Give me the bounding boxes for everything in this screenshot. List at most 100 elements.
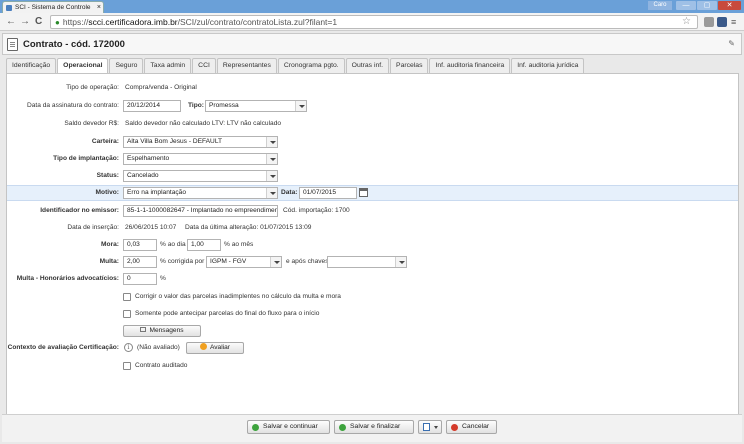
operacional-panel: Tipo de operação: Compra/venda - Origina…: [6, 73, 739, 440]
mensagens-button[interactable]: Mensagens: [123, 325, 201, 337]
row-multa: Multa: 2,00 % corrigida por IGPM - FGV e…: [7, 255, 738, 269]
avaliacao-status: (Não avaliado): [137, 344, 180, 351]
salvar-finalizar-label: Salvar e finalizar: [350, 423, 401, 430]
multa-honorarios-input[interactable]: 0: [123, 273, 157, 285]
url-host: scci.certificadora.imb.br: [88, 17, 178, 27]
tab-outras-inf[interactable]: Outras inf.: [345, 58, 390, 73]
motivo-value: Erro na implantação: [127, 189, 187, 196]
data-assinatura-label: Data da assinatura do contrato:: [26, 102, 119, 109]
info-icon[interactable]: i: [124, 343, 133, 352]
tab-cci[interactable]: CCI: [192, 58, 216, 73]
tipo-implantacao-value: Espelhamento: [127, 155, 170, 162]
mora-dia-suffix: % ao dia: [160, 241, 186, 248]
contrato-auditado-checkbox[interactable]: [123, 362, 131, 370]
check-icon: [339, 424, 346, 431]
minimize-button[interactable]: —: [676, 1, 696, 10]
chevron-down-icon: [270, 257, 281, 267]
row-data-assinatura: Data da assinatura do contrato: 20/12/20…: [7, 99, 738, 113]
avaliar-button[interactable]: Avaliar: [186, 342, 244, 354]
page-title: Contrato - cód. 172000: [23, 38, 125, 50]
corrigir-valor-checkbox[interactable]: [123, 293, 131, 301]
browser-tab-title: SCI - Sistema de Controle: [15, 4, 91, 11]
browser-toolbar: ← → C ● https://scci.certificadora.imb.b…: [0, 13, 744, 31]
chevron-down-icon: [266, 188, 277, 198]
saldo-devedor-label: Saldo devedor R$:: [64, 120, 119, 127]
row-tipo-operacao: Tipo de operação: Compra/venda - Origina…: [7, 81, 738, 95]
avaliar-icon: [199, 343, 207, 350]
calendar-icon[interactable]: [359, 188, 368, 197]
tipo-operacao-label: Tipo de operação:: [66, 84, 119, 91]
maximize-button[interactable]: ▢: [697, 1, 717, 10]
row-identificador-emissor: Identificador no emissor: 85-1-1-1000082…: [7, 204, 738, 218]
menu-icon[interactable]: ≡: [731, 16, 736, 28]
data-insercao-label: Data de inserção:: [67, 224, 119, 231]
row-corrigir-valor: Corrigir o valor das parcelas inadimplen…: [7, 290, 738, 304]
tab-taxa-admin[interactable]: Taxa admin: [144, 58, 192, 73]
cancelar-label: Cancelar: [462, 423, 490, 430]
extension-icon-2[interactable]: [717, 17, 727, 27]
tipo-implantacao-select[interactable]: Espelhamento: [123, 153, 278, 165]
data-label: Data:: [281, 189, 298, 196]
row-saldo-devedor: Saldo devedor R$: Saldo devedor não calc…: [7, 117, 738, 131]
document-icon: [7, 37, 18, 51]
mora-mes-input[interactable]: 1,00: [187, 239, 221, 251]
mora-dia-input[interactable]: 0,03: [123, 239, 157, 251]
multa-input[interactable]: 2,00: [123, 256, 157, 268]
lock-icon: ●: [55, 17, 60, 27]
tab-close-icon[interactable]: ×: [97, 4, 101, 11]
tab-auditoria-juridica[interactable]: Inf. auditoria jurídica: [511, 58, 585, 73]
url-path: /SCI/zul/contrato/contratoLista.zul?fila…: [177, 17, 338, 27]
apos-chaves-select[interactable]: [327, 256, 407, 268]
tab-identificacao[interactable]: Identificação: [6, 58, 57, 73]
pin-icon[interactable]: ✎: [728, 39, 735, 48]
data-ultima-alteracao: Data da última alteração: 01/07/2015 13:…: [185, 224, 312, 231]
row-status: Status: Cancelado: [7, 169, 738, 183]
row-mensagens: Mensagens: [7, 324, 738, 338]
tab-seguro[interactable]: Seguro: [109, 58, 144, 73]
document-menu-button[interactable]: [418, 420, 442, 434]
tab-representantes[interactable]: Representantes: [216, 58, 277, 73]
reload-icon[interactable]: C: [35, 16, 42, 28]
tipo-value: Promessa: [209, 102, 239, 109]
chevron-down-icon: [266, 137, 277, 147]
user-badge[interactable]: Caro: [648, 1, 672, 10]
identificador-emissor-input[interactable]: 85-1-1-1000082647 - Implantado no empree…: [123, 205, 278, 217]
data-assinatura-input[interactable]: 20/12/2014: [123, 100, 181, 112]
status-select[interactable]: Cancelado: [123, 170, 278, 182]
contrato-auditado-label: Contrato auditado: [135, 362, 188, 369]
chevron-down-icon: [434, 426, 438, 429]
motivo-select[interactable]: Erro na implantação: [123, 187, 278, 199]
row-multa-honorarios: Multa - Honorários advocatícios: 0 %: [7, 272, 738, 286]
extension-icon[interactable]: [704, 17, 714, 27]
tab-operacional[interactable]: Operacional: [57, 58, 109, 74]
row-contrato-auditado: Contrato auditado: [7, 359, 738, 373]
check-icon: [252, 424, 259, 431]
salvar-continuar-button[interactable]: Salvar e continuar: [247, 420, 330, 434]
salvar-finalizar-button[interactable]: Salvar e finalizar: [334, 420, 414, 434]
data-input[interactable]: 01/07/2015: [299, 187, 357, 199]
carteira-value: Alta Villa Bom Jesus - DEFAULT: [127, 138, 223, 145]
browser-tab[interactable]: SCI - Sistema de Controle ×: [2, 1, 104, 13]
somente-antecipar-label: Somente pode antecipar parcelas do final…: [135, 310, 320, 317]
mora-mes-suffix: % ao mês: [224, 241, 254, 248]
tab-auditoria-financeira[interactable]: Inf. auditoria financeira: [429, 58, 511, 73]
close-window-button[interactable]: ✕: [718, 1, 741, 10]
cod-importacao: Cód. importação: 1700: [283, 207, 350, 214]
multa-indice-value: IGPM - FGV: [210, 258, 247, 265]
mora-label: Mora:: [101, 241, 119, 248]
bookmark-star-icon[interactable]: ☆: [682, 16, 691, 27]
address-bar[interactable]: ● https://scci.certificadora.imb.br/SCI/…: [50, 15, 698, 29]
cancelar-button[interactable]: Cancelar: [446, 420, 497, 434]
multa-label: Multa:: [99, 258, 119, 265]
multa-indice-select[interactable]: IGPM - FGV: [206, 256, 282, 268]
tipo-select[interactable]: Promessa: [205, 100, 307, 112]
status-value: Cancelado: [127, 172, 159, 179]
window-title-bar: SCI - Sistema de Controle × Caro — ▢ ✕: [0, 0, 744, 13]
tab-parcelas[interactable]: Parcelas: [390, 58, 429, 73]
back-arrow-icon[interactable]: ←: [6, 16, 16, 28]
forward-arrow-icon[interactable]: →: [20, 16, 30, 28]
tab-cronograma[interactable]: Cronograma pgto.: [277, 58, 345, 73]
avaliar-label: Avaliar: [209, 344, 231, 351]
somente-antecipar-checkbox[interactable]: [123, 310, 131, 318]
carteira-select[interactable]: Alta Villa Bom Jesus - DEFAULT: [123, 136, 278, 148]
